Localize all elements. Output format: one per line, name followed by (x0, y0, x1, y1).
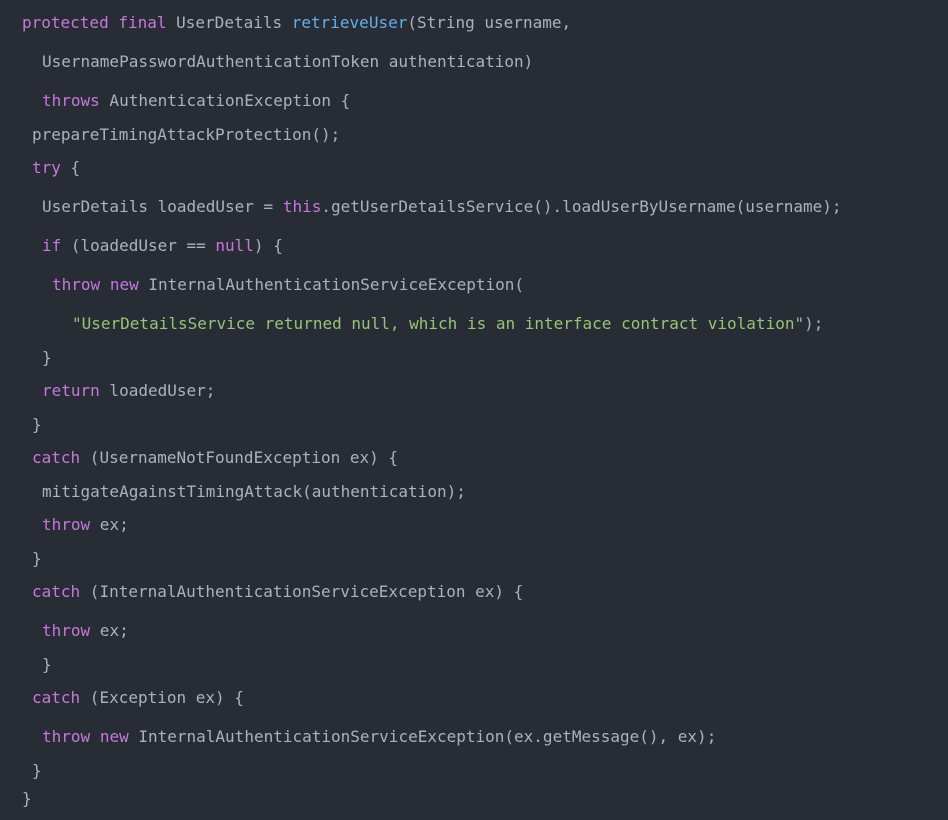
code-token: (String username, (407, 13, 572, 32)
code-token: ) { (253, 236, 283, 255)
code-token: throw (42, 621, 91, 640)
code-token: InternalAuthenticationServiceException(e… (128, 727, 717, 746)
code-token: (UsernameNotFoundException ex) { (80, 448, 399, 467)
code-line: try { (32, 157, 80, 179)
code-token: } (22, 789, 32, 808)
code-line: } (42, 347, 52, 369)
code-line: if (loadedUser == null) { (42, 235, 283, 257)
code-line: throw ex; (42, 620, 129, 642)
code-line: } (22, 788, 32, 810)
code-token: "UserDetailsService returned null, which… (72, 314, 805, 333)
code-token: new (109, 275, 139, 294)
code-line: catch (UsernameNotFoundException ex) { (32, 447, 398, 469)
code-token: UsernamePasswordAuthenticationToken auth… (42, 52, 534, 71)
code-token: catch (32, 582, 81, 601)
code-token: (loadedUser == (61, 236, 216, 255)
code-token: UserDetails loadedUser = (42, 197, 283, 216)
code-line: catch (Exception ex) { (32, 687, 244, 709)
code-token: return (42, 381, 100, 400)
code-line: return loadedUser; (42, 380, 215, 402)
code-line: throw ex; (42, 514, 129, 536)
code-token: loadedUser; (99, 381, 216, 400)
code-token: } (32, 415, 42, 434)
code-block: protected final UserDetails retrieveUser… (0, 0, 948, 820)
code-token: .getUserDetailsService().loadUserByUsern… (321, 197, 842, 216)
code-token: ex; (90, 621, 129, 640)
code-token: } (42, 655, 52, 674)
code-token: UserDetails (166, 13, 292, 32)
code-token: null (215, 236, 254, 255)
code-token: mitigateAgainstTimingAttack(authenticati… (42, 482, 466, 501)
code-line: protected final UserDetails retrieveUser… (22, 12, 571, 34)
code-line: "UserDetailsService returned null, which… (72, 313, 823, 335)
code-token: AuthenticationException { (99, 91, 351, 110)
code-line: } (32, 548, 42, 570)
code-token: new (99, 727, 129, 746)
code-token: ); (804, 314, 824, 333)
code-line: prepareTimingAttackProtection(); (32, 124, 340, 146)
code-token: throw (52, 275, 101, 294)
code-line: catch (InternalAuthenticationServiceExce… (32, 581, 523, 603)
code-line: } (42, 654, 52, 676)
code-line: UsernamePasswordAuthenticationToken auth… (42, 51, 533, 73)
code-token: prepareTimingAttackProtection(); (32, 125, 341, 144)
code-token: } (32, 549, 42, 568)
code-token: (Exception ex) { (80, 688, 244, 707)
code-token: protected (22, 13, 109, 32)
code-token: InternalAuthenticationServiceException( (138, 275, 525, 294)
code-line: } (32, 414, 42, 436)
code-token: retrieveUser (291, 13, 408, 32)
code-token: catch (32, 448, 81, 467)
code-line: throws AuthenticationException { (42, 90, 350, 112)
code-token: catch (32, 688, 81, 707)
code-token: (InternalAuthenticationServiceException … (80, 582, 524, 601)
code-token: throw (42, 515, 91, 534)
code-token: final (118, 13, 167, 32)
code-token: this (282, 197, 322, 216)
code-line: throw new InternalAuthenticationServiceE… (42, 726, 716, 748)
code-line: mitigateAgainstTimingAttack(authenticati… (42, 481, 466, 503)
code-token: throws (42, 91, 100, 110)
code-token: throw (42, 727, 91, 746)
code-token: if (42, 236, 62, 255)
code-line: } (32, 760, 42, 782)
code-token: ex; (90, 515, 129, 534)
code-token: } (42, 348, 52, 367)
code-token: { (60, 158, 81, 177)
code-line: throw new InternalAuthenticationServiceE… (52, 274, 524, 296)
code-token: try (32, 158, 61, 177)
code-token: } (32, 761, 42, 780)
code-line: UserDetails loadedUser = this.getUserDet… (42, 196, 842, 218)
